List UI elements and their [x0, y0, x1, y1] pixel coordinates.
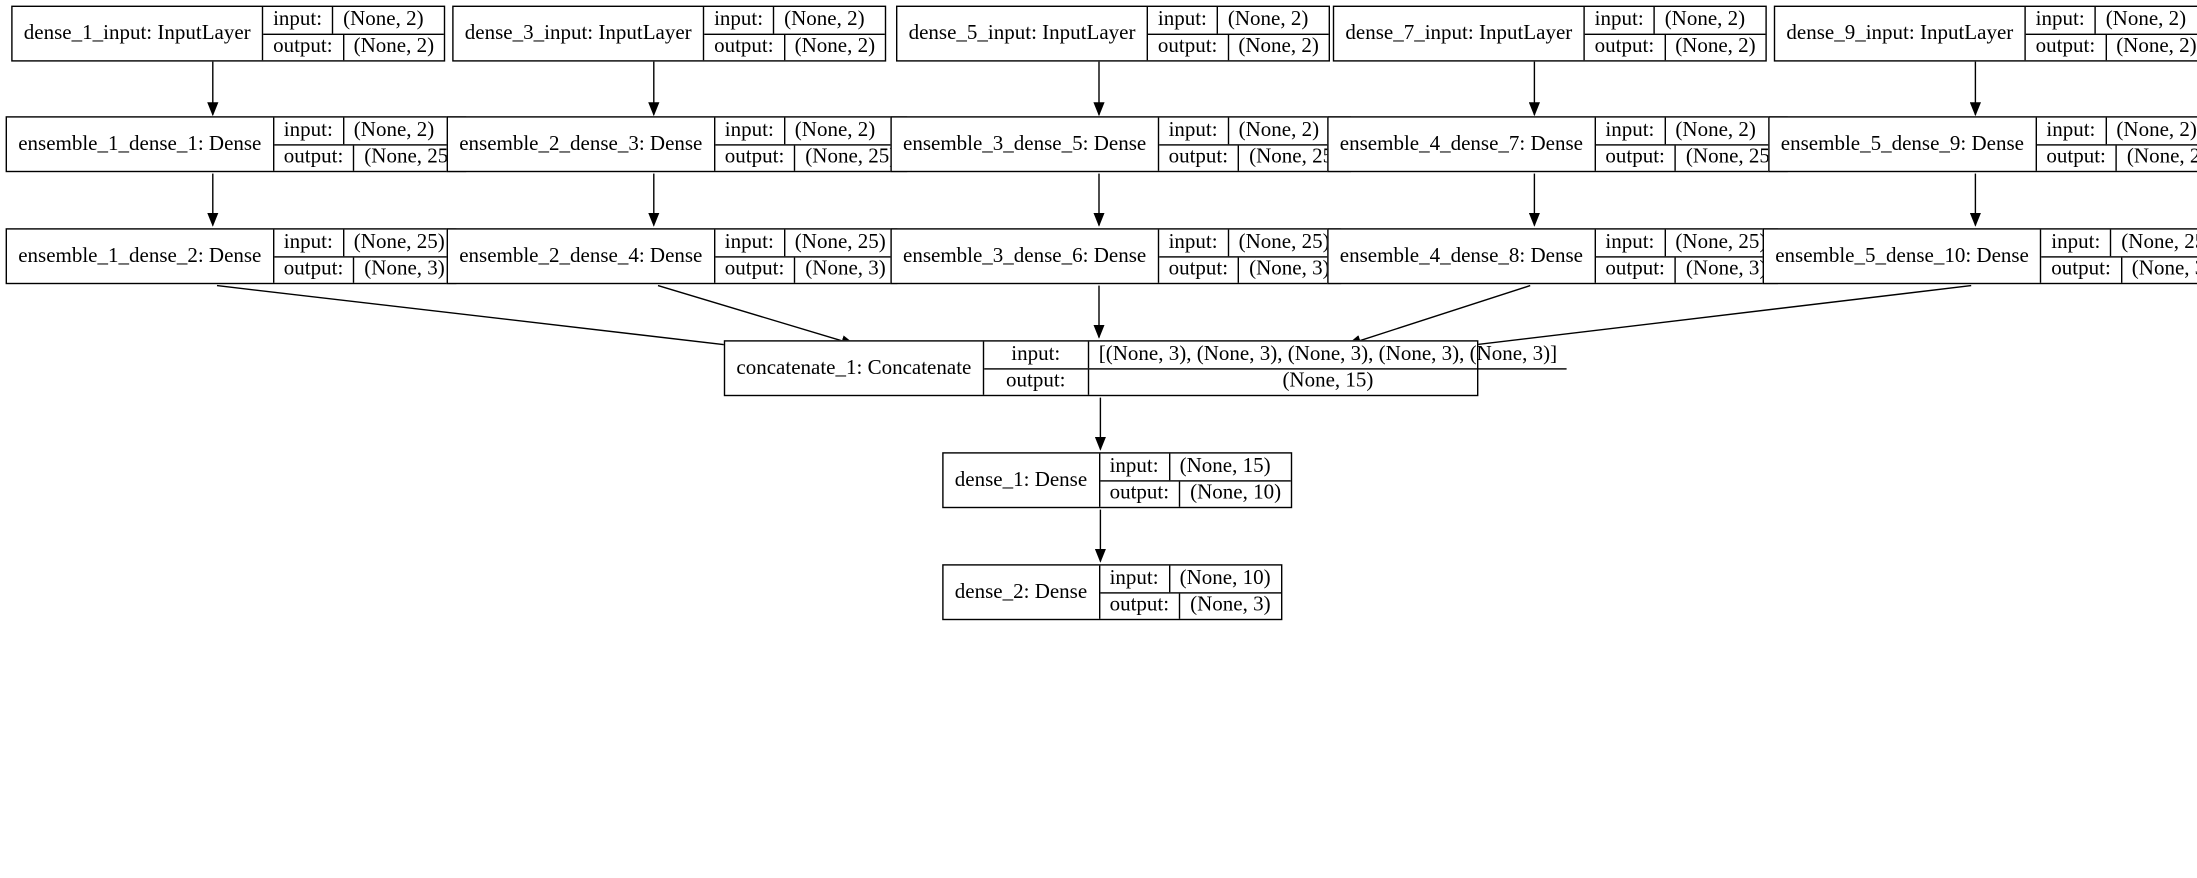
node-name: dense_1_input: InputLayer [13, 7, 264, 60]
node-name: dense_5_input: InputLayer [897, 7, 1148, 60]
node-e5d10: ensemble_5_dense_10: Dense input:(None, … [1763, 228, 2197, 284]
node-name: ensemble_2_dense_3: Dense [448, 118, 715, 171]
node-input-3: dense_3_input: InputLayer input:(None, 2… [452, 6, 886, 62]
node-name: ensemble_3_dense_6: Dense [892, 230, 1159, 283]
node-e5d9: ensemble_5_dense_9: Dense input:(None, 2… [1768, 116, 2197, 172]
node-name: ensemble_5_dense_9: Dense [1770, 118, 2037, 171]
node-dense-1: dense_1: Dense input:(None, 15) output:(… [942, 452, 1292, 508]
node-name: dense_2: Dense [944, 566, 1100, 619]
node-name: ensemble_3_dense_5: Dense [892, 118, 1159, 171]
node-name: concatenate_1: Concatenate [725, 342, 984, 395]
node-e1d1: ensemble_1_dense_1: Dense input:(None, 2… [6, 116, 467, 172]
node-name: ensemble_1_dense_1: Dense [7, 118, 274, 171]
node-concat: concatenate_1: Concatenate input:[(None,… [724, 340, 1479, 396]
node-name: dense_9_input: InputLayer [1775, 7, 2026, 60]
node-name: dense_3_input: InputLayer [454, 7, 705, 60]
node-name: ensemble_2_dense_4: Dense [448, 230, 715, 283]
node-name: ensemble_4_dense_7: Dense [1329, 118, 1596, 171]
node-e2d4: ensemble_2_dense_4: Dense input:(None, 2… [447, 228, 897, 284]
node-name: ensemble_1_dense_2: Dense [7, 230, 274, 283]
node-e4d8: ensemble_4_dense_8: Dense input:(None, 2… [1327, 228, 1777, 284]
node-name: dense_7_input: InputLayer [1334, 7, 1585, 60]
node-input-9: dense_9_input: InputLayer input:(None, 2… [1774, 6, 2197, 62]
node-name: ensemble_5_dense_10: Dense [1764, 230, 2041, 283]
node-name: ensemble_4_dense_8: Dense [1329, 230, 1596, 283]
node-input-7: dense_7_input: InputLayer input:(None, 2… [1333, 6, 1767, 62]
node-input-5: dense_5_input: InputLayer input:(None, 2… [896, 6, 1330, 62]
node-e3d6: ensemble_3_dense_6: Dense input:(None, 2… [890, 228, 1340, 284]
node-e4d7: ensemble_4_dense_7: Dense input:(None, 2… [1327, 116, 1788, 172]
node-dense-2: dense_2: Dense input:(None, 10) output:(… [942, 564, 1282, 620]
node-e2d3: ensemble_2_dense_3: Dense input:(None, 2… [447, 116, 908, 172]
node-input-1: dense_1_input: InputLayer input:(None, 2… [11, 6, 445, 62]
node-name: dense_1: Dense [944, 454, 1100, 507]
node-e3d5: ensemble_3_dense_5: Dense input:(None, 2… [890, 116, 1351, 172]
node-e1d2: ensemble_1_dense_2: Dense input:(None, 2… [6, 228, 456, 284]
